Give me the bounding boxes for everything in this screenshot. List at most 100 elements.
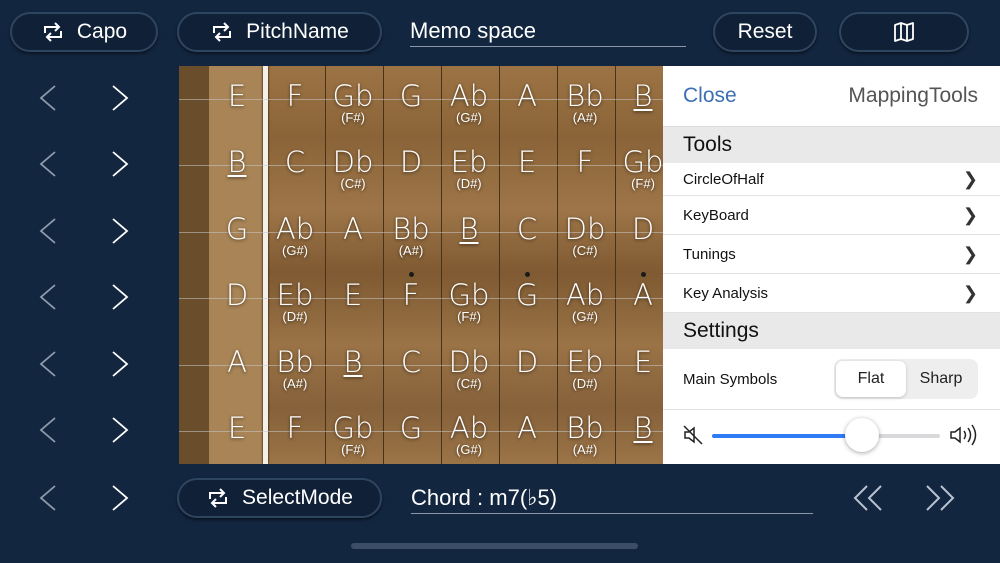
panel-title: MappingTools: [848, 84, 978, 107]
note-cell[interactable]: Db (C#): [441, 347, 497, 391]
capo-button[interactable]: Capo: [10, 12, 158, 52]
note-cell[interactable]: Bb (A#): [383, 214, 439, 258]
fret-wire: [325, 66, 326, 464]
note-cell[interactable]: Eb (D#): [267, 280, 323, 324]
close-button[interactable]: Close: [683, 84, 737, 108]
note-cell[interactable]: Bb (A#): [557, 81, 613, 125]
note-cell[interactable]: Db (C#): [557, 214, 613, 258]
note-cell[interactable]: G: [209, 214, 265, 244]
flat-segment[interactable]: Flat: [836, 361, 906, 397]
note-cell[interactable]: Gb (F#): [325, 413, 381, 457]
chevron-left-icon[interactable]: [28, 346, 68, 382]
chevron-right-icon[interactable]: [100, 80, 140, 116]
chevron-right-icon: ❯: [962, 204, 978, 225]
chevron-left-icon[interactable]: [28, 146, 68, 182]
note-cell[interactable]: B: [615, 413, 663, 443]
note-cell[interactable]: Ab (G#): [557, 280, 613, 324]
chevron-right-icon[interactable]: [100, 412, 140, 448]
note-cell[interactable]: A: [499, 81, 555, 111]
note-cell[interactable]: C: [267, 147, 323, 177]
note-cell[interactable]: A: [325, 214, 381, 244]
note-cell[interactable]: G: [383, 81, 439, 111]
note-cell[interactable]: D: [499, 347, 555, 377]
note-cell[interactable]: F: [557, 147, 613, 177]
double-chevron-right-icon[interactable]: [920, 480, 960, 516]
chevron-right-icon[interactable]: [100, 213, 140, 249]
chevron-right-icon[interactable]: [100, 346, 140, 382]
note-name: Gb: [332, 79, 374, 113]
note-cell[interactable]: Gb (F#): [441, 280, 497, 324]
chevron-left-icon[interactable]: [28, 279, 68, 315]
symbol-segmented-control[interactable]: Flat Sharp: [834, 359, 978, 399]
mute-icon[interactable]: [682, 424, 704, 446]
note-alt-name: (C#): [572, 243, 598, 258]
map-button[interactable]: [839, 12, 969, 52]
note-cell[interactable]: Gb (F#): [615, 147, 663, 191]
note-cell[interactable]: Bb (A#): [557, 413, 613, 457]
pitchname-button[interactable]: PitchName: [177, 12, 382, 52]
tool-row-keyboard[interactable]: KeyBoard ❯: [663, 196, 1000, 235]
note-name: F: [286, 411, 304, 445]
tool-row-circleofhalf[interactable]: CircleOfHalf ❯: [663, 163, 1000, 196]
note-cell[interactable]: A: [209, 347, 265, 377]
note-cell[interactable]: A: [615, 272, 663, 310]
note-cell[interactable]: Eb (D#): [557, 347, 613, 391]
note-name: Bb: [392, 212, 430, 246]
note-cell[interactable]: B: [615, 81, 663, 111]
note-cell[interactable]: F: [383, 272, 439, 310]
note-cell[interactable]: C: [383, 347, 439, 377]
chevron-right-icon[interactable]: [100, 279, 140, 315]
note-name: Ab: [449, 411, 489, 445]
note-alt-name: (D#): [282, 309, 308, 324]
note-cell[interactable]: E: [209, 81, 265, 111]
chevron-left-icon[interactable]: [28, 80, 68, 116]
reset-button[interactable]: Reset: [713, 12, 817, 52]
note-name: E: [517, 145, 537, 179]
note-cell[interactable]: D: [615, 214, 663, 244]
tool-row-key-analysis[interactable]: Key Analysis ❯: [663, 274, 1000, 313]
note-cell[interactable]: F: [267, 413, 323, 443]
fretboard[interactable]: E F Gb (F#) G Ab (G#) A Bb (A#) B B C Db (C#) D Eb (D#) E F…: [179, 66, 663, 464]
selectmode-button[interactable]: SelectMode: [177, 478, 382, 518]
note-alt-name: (G#): [282, 243, 308, 258]
chevron-left-icon[interactable]: [28, 480, 68, 516]
sharp-segment[interactable]: Sharp: [906, 361, 976, 397]
tool-row-tunings[interactable]: Tunings ❯: [663, 235, 1000, 274]
note-cell[interactable]: G: [383, 413, 439, 443]
note-cell[interactable]: B: [209, 147, 265, 177]
note-cell[interactable]: Ab (G#): [441, 81, 497, 125]
note-cell[interactable]: F: [267, 81, 323, 111]
note-cell[interactable]: Ab (G#): [267, 214, 323, 258]
chevron-left-icon[interactable]: [28, 213, 68, 249]
note-name: E: [633, 345, 653, 379]
note-name: G: [399, 411, 423, 445]
note-cell[interactable]: G: [499, 272, 555, 310]
note-cell[interactable]: E: [615, 347, 663, 377]
note-cell[interactable]: C: [499, 214, 555, 244]
memo-field[interactable]: Memo space: [410, 18, 686, 47]
volume-knob[interactable]: [845, 418, 880, 452]
note-cell[interactable]: B: [441, 214, 497, 244]
chevron-right-icon[interactable]: [100, 480, 140, 516]
chevron-right-icon[interactable]: [100, 146, 140, 182]
volume-up-icon[interactable]: [948, 423, 982, 447]
volume-slider[interactable]: [712, 418, 940, 452]
note-cell[interactable]: Gb (F#): [325, 81, 381, 125]
note-cell[interactable]: A: [499, 413, 555, 443]
note-cell[interactable]: E: [325, 280, 381, 310]
note-cell[interactable]: Eb (D#): [441, 147, 497, 191]
note-cell[interactable]: D: [209, 280, 265, 310]
note-cell[interactable]: Ab (G#): [441, 413, 497, 457]
fret-wire: [615, 66, 616, 464]
chevron-left-icon[interactable]: [28, 412, 68, 448]
note-alt-name: (A#): [398, 243, 424, 258]
note-cell[interactable]: D: [383, 147, 439, 177]
double-chevron-left-icon[interactable]: [848, 480, 888, 516]
note-cell[interactable]: Db (C#): [325, 147, 381, 191]
note-name: B: [633, 79, 653, 113]
note-cell[interactable]: B: [325, 347, 381, 377]
note-cell[interactable]: E: [209, 413, 265, 443]
note-cell[interactable]: E: [499, 147, 555, 177]
fret-wire: [557, 66, 558, 464]
note-cell[interactable]: Bb (A#): [267, 347, 323, 391]
